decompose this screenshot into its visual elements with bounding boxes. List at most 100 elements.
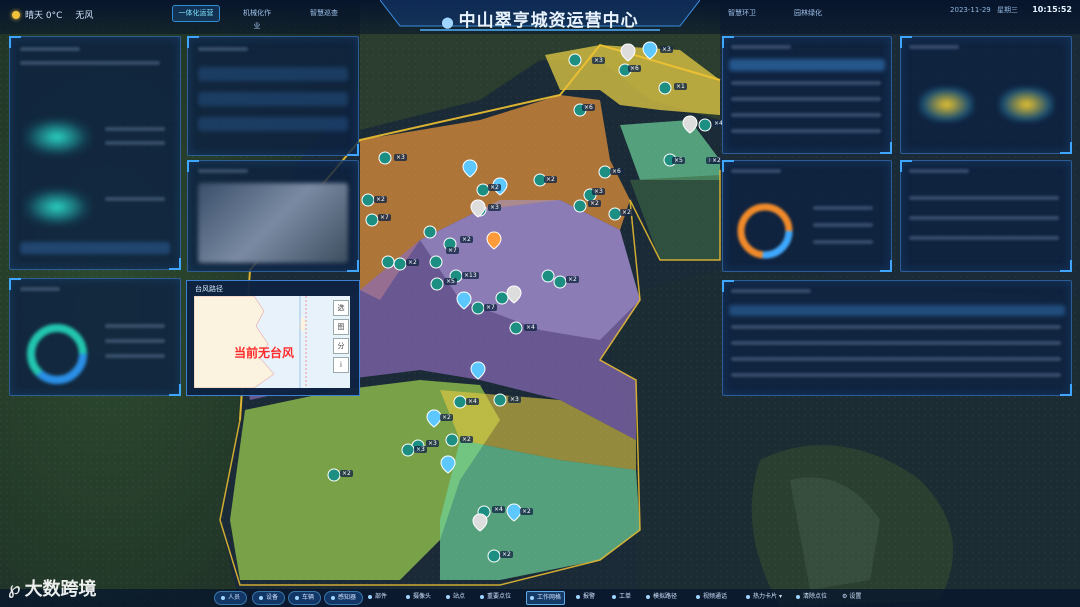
blurred-text	[909, 216, 1059, 220]
wind-text: 无风	[75, 11, 94, 21]
marker-count-badge: ×2	[460, 236, 473, 243]
blurred-chart	[22, 187, 92, 227]
station-icon	[446, 594, 450, 599]
layer-component[interactable]: 部件	[368, 591, 387, 603]
left-panel-stats	[187, 36, 359, 156]
blurred-text	[813, 240, 873, 244]
layer-tool-icon[interactable]: 图	[333, 319, 349, 335]
typhoon-panel-title: 台风路径	[195, 285, 223, 293]
marker-count-badge: ×7	[446, 247, 459, 254]
layer-video-call[interactable]: 视频通话	[696, 591, 727, 603]
layer-work-order[interactable]: 工单	[612, 591, 631, 603]
blurred-text	[909, 236, 1059, 240]
right-panel-list	[722, 36, 892, 154]
blurred-donut-chart	[737, 203, 793, 259]
marker-count-badge: ×2	[500, 551, 513, 558]
right-panel-table	[900, 160, 1072, 272]
marker-count-badge: ×2	[374, 196, 387, 203]
filter-equipment-button[interactable]: 设备	[252, 591, 286, 605]
marker-count-badge: ×5	[444, 278, 457, 285]
typhoon-map[interactable]: 当前无台风 选 图 分 i	[194, 296, 350, 388]
blurred-text	[20, 61, 160, 65]
layer-work-grid[interactable]: 工作网格	[526, 591, 566, 605]
marker-count-badge: ×2	[710, 157, 723, 164]
title-banner: ⬤ 中山翠亨城资运营中心	[380, 0, 700, 32]
clear-points-button[interactable]: 清除点位	[796, 591, 827, 603]
layer-alarm[interactable]: 报警	[576, 591, 595, 603]
left-panel-video	[187, 160, 359, 272]
datetime-display: 2023-11-29 星期三 10:15:52	[950, 5, 1072, 15]
blurred-row	[729, 59, 885, 71]
clear-icon	[796, 594, 800, 599]
blurred-text	[731, 169, 781, 173]
right-panel-wide-table	[722, 280, 1072, 396]
marker-count-badge: ×3	[592, 57, 605, 64]
marker-count-badge: ×3	[488, 204, 501, 211]
sun-icon	[12, 10, 20, 19]
blurred-row	[20, 242, 170, 254]
marker-count-badge: ×2	[340, 470, 353, 477]
marker-count-badge: ×3	[660, 46, 673, 53]
blurred-text	[105, 141, 165, 145]
marker-count-badge: ×6	[582, 104, 595, 111]
page-title: ⬤ 中山翠亨城资运营中心	[441, 11, 639, 31]
blurred-row	[198, 117, 348, 131]
no-typhoon-message: 当前无台风	[234, 346, 295, 360]
blurred-text	[731, 45, 791, 49]
watermark: ℘ 大数跨境	[8, 575, 97, 601]
filter-personnel-button[interactable]: 人员	[214, 591, 248, 605]
blurred-text	[731, 289, 811, 293]
weather-text: 晴天 0°C	[25, 11, 63, 21]
marker-count-badge: ×4	[466, 398, 479, 405]
tab-mechanized-work[interactable]: 机械化作业	[242, 7, 272, 30]
blurred-text	[909, 45, 959, 49]
filter-sensor-button[interactable]: 感知器	[324, 591, 364, 605]
blurred-text	[731, 97, 881, 101]
left-panel-ring-chart	[9, 278, 181, 396]
tab-landscaping[interactable]: 园林绿化	[794, 7, 822, 20]
work-order-icon	[612, 594, 616, 599]
marker-count-badge: ×7	[378, 214, 391, 221]
settings-button[interactable]: ⚙ 设置	[842, 591, 861, 603]
heat-icon	[746, 594, 750, 599]
marker-count-badge: ×2	[520, 508, 533, 515]
clock-text: 10:15:52	[1032, 5, 1072, 14]
tab-smart-sanitation[interactable]: 智慧环卫	[728, 7, 756, 20]
typhoon-coast-map	[194, 296, 350, 388]
marker-count-badge: ×3	[394, 154, 407, 161]
blurred-chart	[919, 87, 974, 122]
legend-tool-icon[interactable]: 分	[333, 338, 349, 354]
blurred-video	[198, 183, 348, 263]
marker-count-badge: ×4	[524, 324, 537, 331]
layer-key-points[interactable]: 重要点位	[480, 591, 511, 603]
layer-sim-path[interactable]: 模拟路径	[646, 591, 677, 603]
blurred-text	[909, 196, 1059, 200]
marker-count-badge: ×7	[484, 304, 497, 311]
alarm-icon	[576, 594, 580, 599]
vehicle-icon	[295, 595, 299, 600]
person-icon	[221, 595, 225, 600]
blurred-text	[105, 324, 165, 328]
select-tool-icon[interactable]: 选	[333, 300, 349, 316]
layer-camera[interactable]: 摄像头	[406, 591, 431, 603]
tab-smart-patrol[interactable]: 智慧巡查	[310, 7, 338, 20]
right-panel-donut	[722, 160, 892, 272]
layer-station[interactable]: 站点	[446, 591, 465, 603]
marker-count-badge: ×5	[672, 157, 685, 164]
marker-count-badge: ×1	[674, 83, 687, 90]
marker-count-badge: ×6	[628, 65, 641, 72]
tab-integrated-ops[interactable]: 一体化运营	[172, 5, 220, 22]
layer-heat-card[interactable]: 热力卡片 ▾	[746, 591, 782, 603]
gear-icon: ⚙	[842, 593, 848, 600]
camera-icon	[406, 594, 410, 599]
left-panel-overview	[9, 36, 181, 270]
bottom-toolbar: 人员 设备 车辆 感知器 部件 摄像头 站点 重要点位 工作网格 报警 工单 模…	[0, 589, 1080, 607]
filter-vehicle-button[interactable]: 车辆	[288, 591, 322, 605]
blurred-row	[198, 67, 348, 81]
info-tool-icon[interactable]: i	[333, 357, 349, 373]
right-panel-charts	[900, 36, 1072, 154]
marker-count-badge: ×2	[406, 259, 419, 266]
blurred-row	[729, 305, 1065, 316]
blurred-text	[105, 127, 165, 131]
blurred-text	[813, 206, 873, 210]
